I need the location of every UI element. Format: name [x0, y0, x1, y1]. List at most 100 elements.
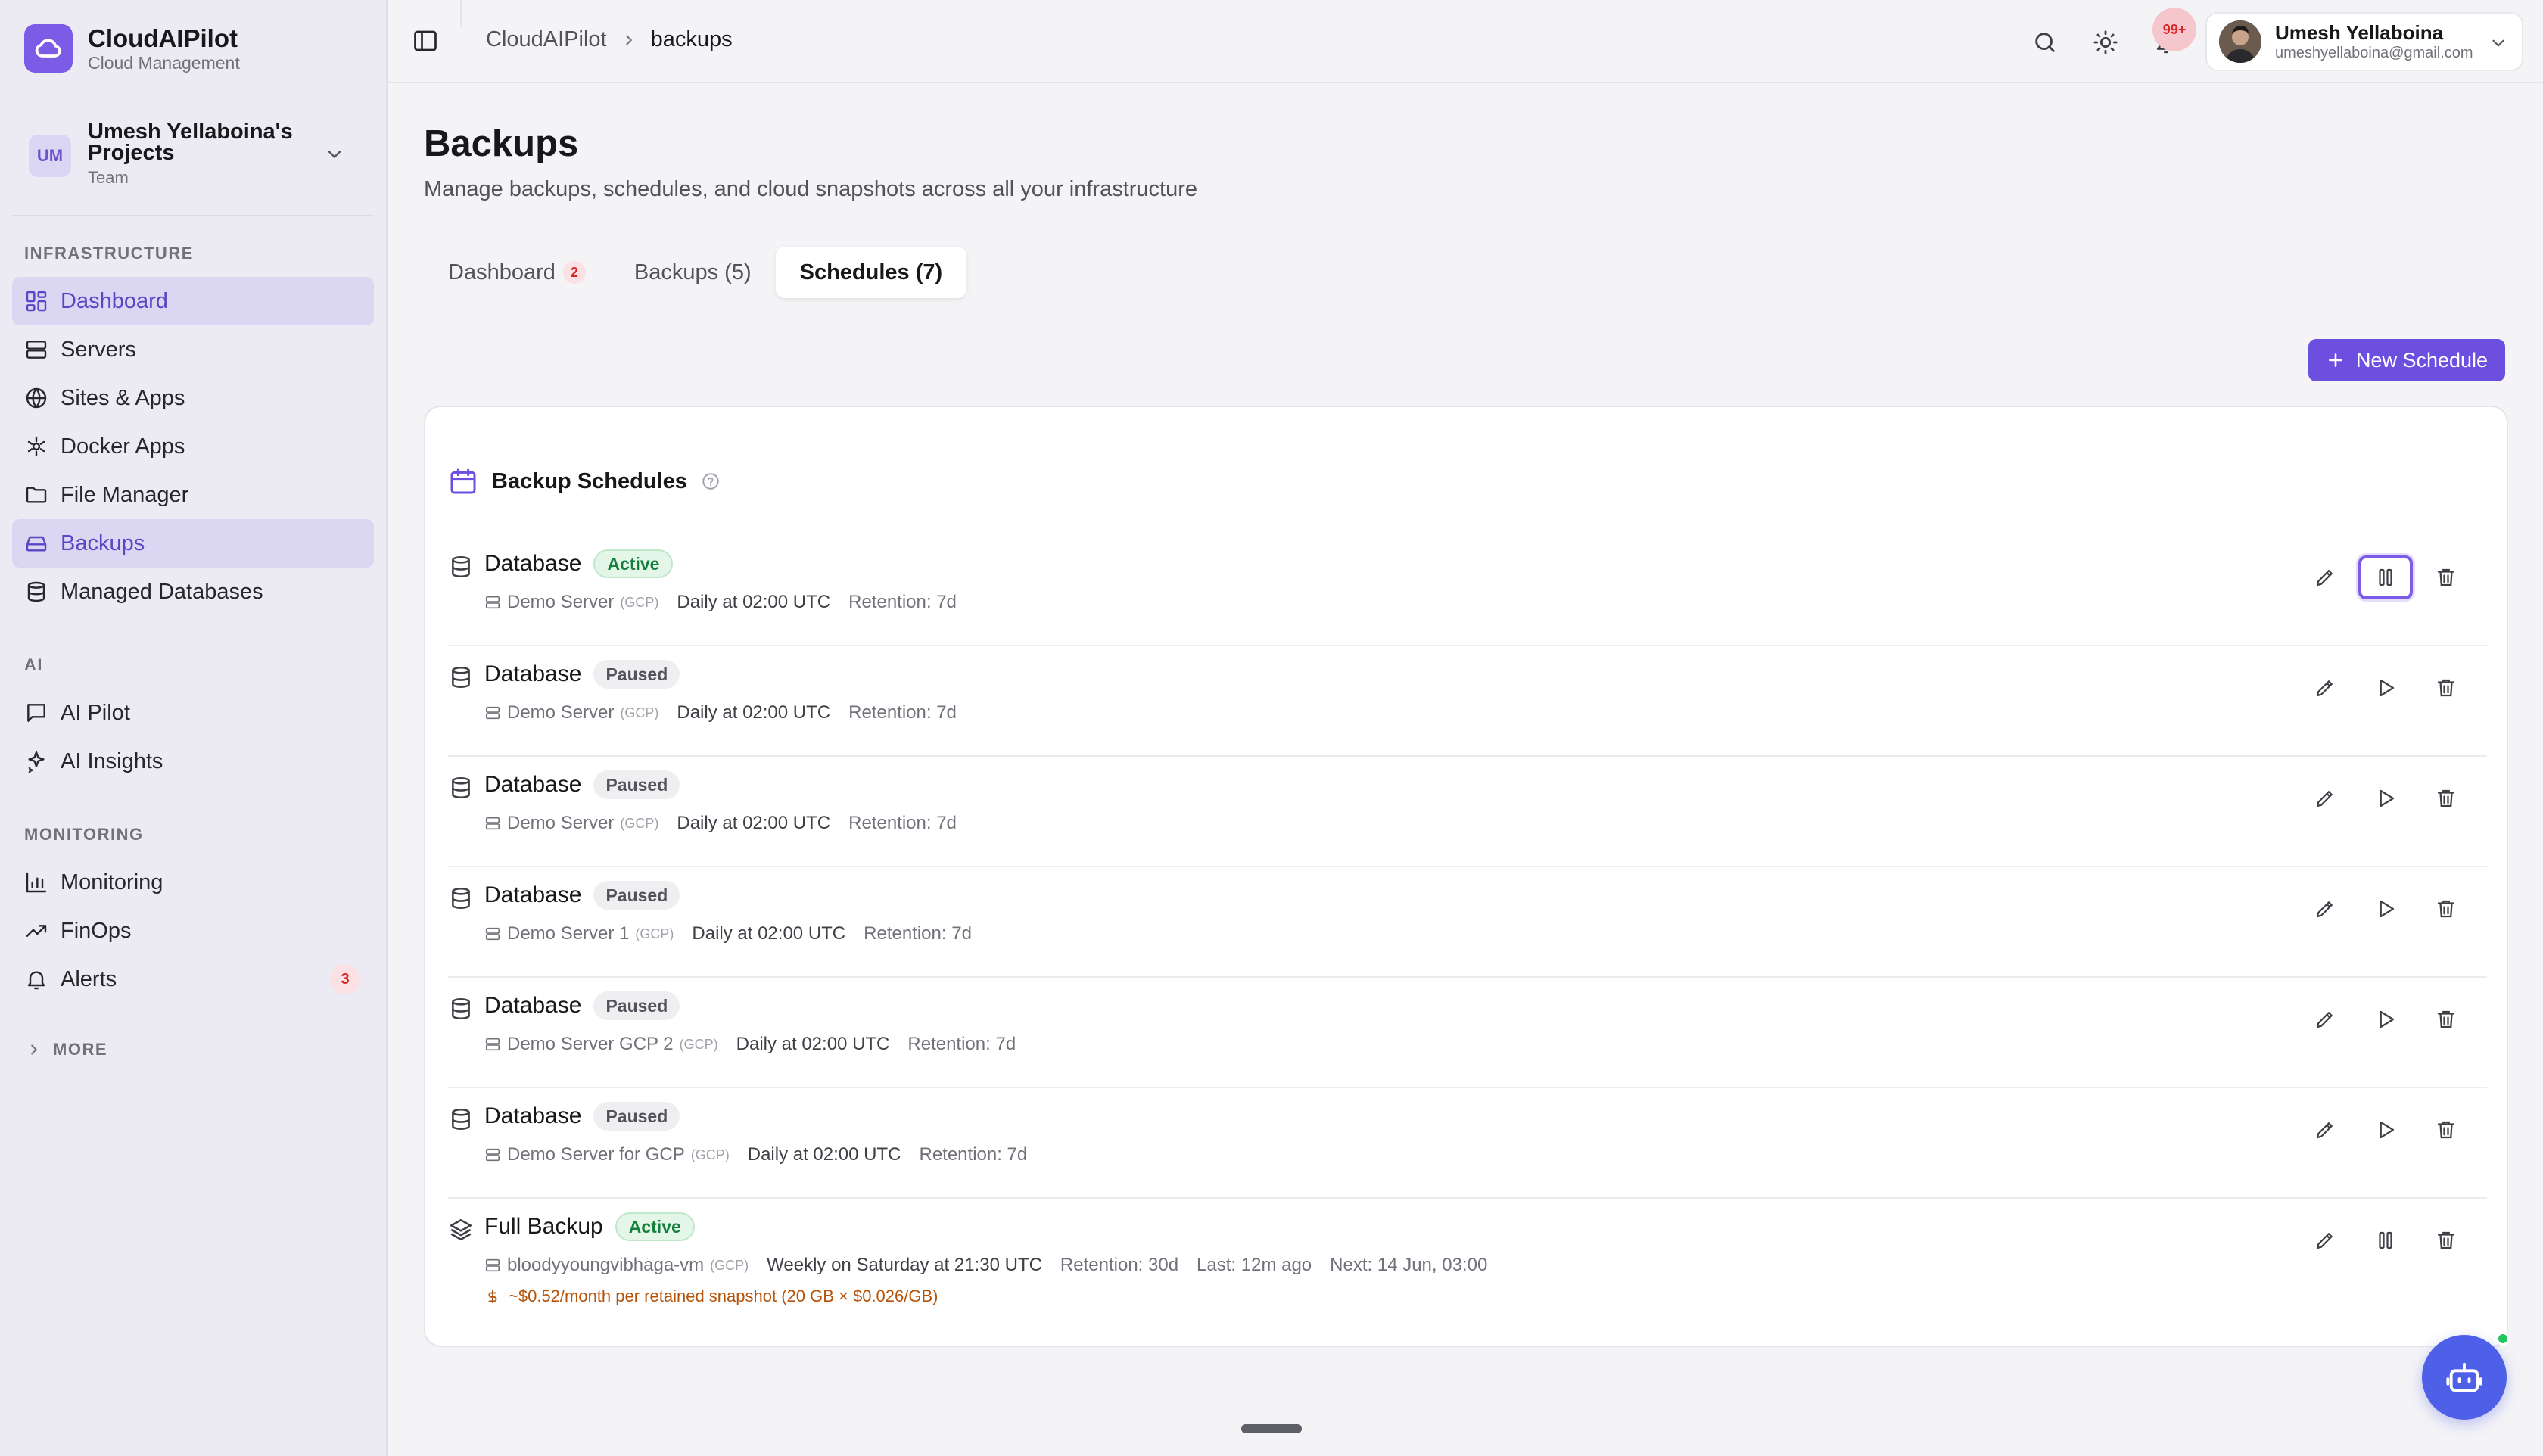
search-button[interactable] — [2030, 27, 2060, 58]
resume-schedule-button[interactable] — [2358, 776, 2413, 820]
sidebar-item-label: File Manager — [61, 482, 189, 507]
scroll-handle[interactable] — [1241, 1424, 1302, 1433]
row-actions — [2292, 997, 2473, 1041]
schedule-meta: Demo Server 1 (GCP) Daily at 02:00 UTC R… — [484, 923, 972, 944]
delete-schedule-button[interactable] — [2419, 666, 2473, 710]
server-icon — [484, 1257, 501, 1274]
cost-estimate: ~$0.52/month per retained snapshot (20 G… — [484, 1286, 938, 1306]
cloud-provider-tag: (GCP) — [710, 1257, 749, 1273]
sidebar-divider — [12, 215, 374, 216]
delete-schedule-button[interactable] — [2419, 776, 2473, 820]
breadcrumb: CloudAIPilot backups — [486, 27, 733, 52]
delete-schedule-button[interactable] — [2419, 555, 2473, 599]
project-team: Team — [88, 168, 129, 187]
database-icon — [448, 775, 474, 801]
folder-icon — [26, 487, 47, 503]
sidebar-item-alerts[interactable]: Alerts 3 — [12, 955, 374, 1003]
sidebar-item-servers[interactable]: Servers — [12, 325, 374, 374]
section-monitoring: MONITORING — [24, 825, 144, 844]
sidebar-item-sites-apps[interactable]: Sites & Apps — [12, 374, 374, 422]
row-actions — [2292, 555, 2473, 599]
sidebar-item-backups[interactable]: Backups — [12, 519, 374, 568]
resume-schedule-button[interactable] — [2358, 1108, 2413, 1152]
delete-schedule-button[interactable] — [2419, 1108, 2473, 1152]
pause-schedule-button[interactable] — [2358, 1218, 2413, 1262]
user-menu[interactable]: Umesh Yellaboina umeshyellaboina@gmail.c… — [2205, 12, 2523, 71]
project-name: Umesh Yellaboina's Projects — [88, 120, 293, 165]
resume-schedule-button[interactable] — [2358, 887, 2413, 931]
sidebar-item-dashboard[interactable]: Dashboard — [12, 277, 374, 325]
theme-toggle-button[interactable] — [2090, 27, 2121, 58]
notification-count-badge: 99+ — [2152, 8, 2196, 51]
pencil-icon — [2314, 1008, 2336, 1031]
status-badge: Active — [615, 1212, 695, 1241]
sidebar-item-ai-insights[interactable]: AI Insights — [12, 737, 374, 786]
server-name: Demo Server GCP 2 — [507, 1034, 674, 1054]
edit-schedule-button[interactable] — [2298, 1108, 2352, 1152]
database-icon — [448, 996, 474, 1022]
edit-schedule-button[interactable] — [2298, 1218, 2352, 1262]
cost-estimate-text: ~$0.52/month per retained snapshot (20 G… — [509, 1286, 938, 1305]
schedule-frequency: Weekly on Saturday at 21:30 UTC — [767, 1255, 1042, 1275]
sidebar-item-file-manager[interactable]: File Manager — [12, 471, 374, 519]
robot-icon — [2446, 1362, 2482, 1392]
ai-assistant-button[interactable] — [2422, 1335, 2507, 1420]
new-schedule-label: New Schedule — [2355, 348, 2489, 372]
sidebar-item-monitoring[interactable]: Monitoring — [12, 858, 374, 907]
page-title: Backups — [424, 123, 579, 164]
brand-name: CloudAIPilot — [88, 24, 238, 52]
delete-schedule-button[interactable] — [2419, 1218, 2473, 1262]
trash-icon — [2435, 1008, 2457, 1031]
status-badge: Paused — [593, 660, 680, 689]
sidebar-more-toggle[interactable]: MORE — [26, 1040, 107, 1059]
schedule-frequency: Daily at 02:00 UTC — [677, 702, 831, 723]
avatar — [2219, 20, 2261, 63]
project-switcher[interactable]: UM Umesh Yellaboina's Projects Team — [29, 121, 359, 191]
cloud-logo-icon — [24, 24, 73, 73]
chevron-down-icon — [2489, 33, 2508, 53]
schedule-frequency: Daily at 02:00 UTC — [747, 1144, 901, 1165]
schedule-row: Database Active Demo Server (GCP) Daily … — [448, 534, 2487, 645]
sidebar-item-docker-apps[interactable]: Docker Apps — [12, 422, 374, 471]
edit-schedule-button[interactable] — [2298, 555, 2352, 599]
sidebar-item-label: AI Pilot — [61, 700, 130, 725]
server-icon — [484, 705, 501, 721]
sidebar-item-managed-databases[interactable]: Managed Databases — [12, 568, 374, 616]
sidebar-item-ai-pilot[interactable]: AI Pilot — [12, 689, 374, 737]
schedule-meta: Demo Server (GCP) Daily at 02:00 UTC Ret… — [484, 592, 957, 613]
brand[interactable]: CloudAIPilot Cloud Management — [24, 24, 240, 73]
status-badge: Paused — [593, 1102, 680, 1131]
calendar-icon — [450, 468, 476, 494]
retention-period: Retention: 7d — [907, 1034, 1016, 1054]
edit-schedule-button[interactable] — [2298, 666, 2352, 710]
sidebar-item-label: Monitoring — [61, 870, 163, 894]
server-name: Demo Server — [507, 592, 615, 612]
resume-schedule-button[interactable] — [2358, 666, 2413, 710]
header-divider — [460, 0, 462, 27]
help-icon[interactable] — [701, 471, 721, 491]
docker-icon — [27, 436, 45, 457]
delete-schedule-button[interactable] — [2419, 997, 2473, 1041]
tab-backups[interactable]: Backups (5) — [610, 247, 776, 298]
project-avatar: UM — [29, 135, 71, 177]
sidebar-item-finops[interactable]: FinOps — [12, 907, 374, 955]
edit-schedule-button[interactable] — [2298, 776, 2352, 820]
server-icon — [484, 926, 501, 942]
play-icon — [2374, 1118, 2397, 1141]
pause-schedule-button[interactable] — [2358, 555, 2413, 599]
chevron-right-icon — [31, 1044, 38, 1055]
schedule-row: Database Paused Demo Server (GCP) Daily … — [448, 645, 2487, 755]
breadcrumb-root-link[interactable]: CloudAIPilot — [486, 27, 607, 52]
tab-schedules[interactable]: Schedules (7) — [775, 247, 967, 298]
edit-schedule-button[interactable] — [2298, 887, 2352, 931]
tab-dashboard[interactable]: Dashboard 2 — [424, 247, 610, 298]
schedule-row: Database Paused Demo Server 1 (GCP) Dail… — [448, 866, 2487, 976]
trash-icon — [2435, 898, 2457, 920]
resume-schedule-button[interactable] — [2358, 997, 2413, 1041]
delete-schedule-button[interactable] — [2419, 887, 2473, 931]
sidebar-toggle-button[interactable] — [412, 27, 439, 54]
pencil-icon — [2314, 566, 2336, 589]
edit-schedule-button[interactable] — [2298, 997, 2352, 1041]
status-badge: Paused — [593, 770, 680, 799]
new-schedule-button[interactable]: New Schedule — [2308, 339, 2505, 381]
